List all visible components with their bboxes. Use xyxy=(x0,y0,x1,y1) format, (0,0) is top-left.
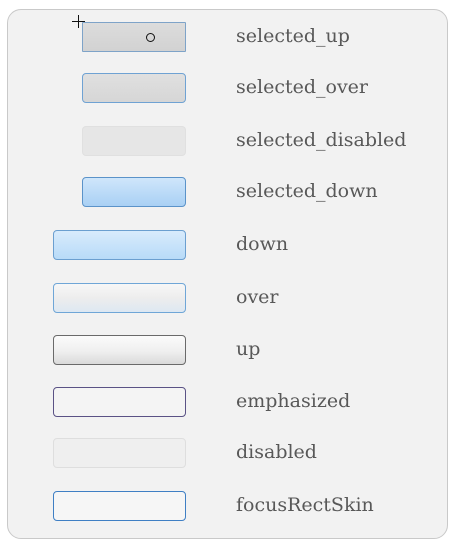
skin-row-selected-over: selected_over xyxy=(8,73,447,109)
skin-label: disabled xyxy=(236,441,317,463)
down-swatch[interactable] xyxy=(53,230,186,260)
skin-label: up xyxy=(236,338,261,360)
selected-over-swatch[interactable] xyxy=(82,73,186,103)
selected-up-swatch[interactable] xyxy=(82,22,186,52)
skin-label: selected_up xyxy=(236,25,350,47)
skin-label: focusRectSkin xyxy=(236,494,374,516)
skin-label: selected_over xyxy=(236,76,368,98)
disabled-swatch xyxy=(53,438,186,468)
skin-row-selected-down: selected_down xyxy=(8,177,447,213)
skin-label: down xyxy=(236,233,289,255)
skin-row-up: up xyxy=(8,335,447,371)
selected-down-swatch[interactable] xyxy=(82,177,186,207)
focus-rect-swatch[interactable] xyxy=(53,491,186,521)
skin-row-over: over xyxy=(8,283,447,319)
skin-label: selected_disabled xyxy=(236,129,407,151)
skin-label: selected_down xyxy=(236,180,378,202)
skin-row-down: down xyxy=(8,230,447,266)
skin-list-panel: selected_up selected_over selected_disab… xyxy=(7,9,448,539)
skin-row-disabled: disabled xyxy=(8,438,447,474)
up-swatch[interactable] xyxy=(53,335,186,365)
skin-label: emphasized xyxy=(236,390,351,412)
skin-row-focus-rect: focusRectSkin xyxy=(8,491,447,527)
crosshair-icon xyxy=(72,15,85,28)
over-swatch[interactable] xyxy=(53,283,186,313)
skin-label: over xyxy=(236,286,279,308)
skin-row-emphasized: emphasized xyxy=(8,387,447,423)
emphasized-swatch[interactable] xyxy=(53,387,186,417)
circle-icon xyxy=(146,33,155,42)
selected-disabled-swatch xyxy=(82,126,186,156)
skin-row-selected-disabled: selected_disabled xyxy=(8,126,447,162)
